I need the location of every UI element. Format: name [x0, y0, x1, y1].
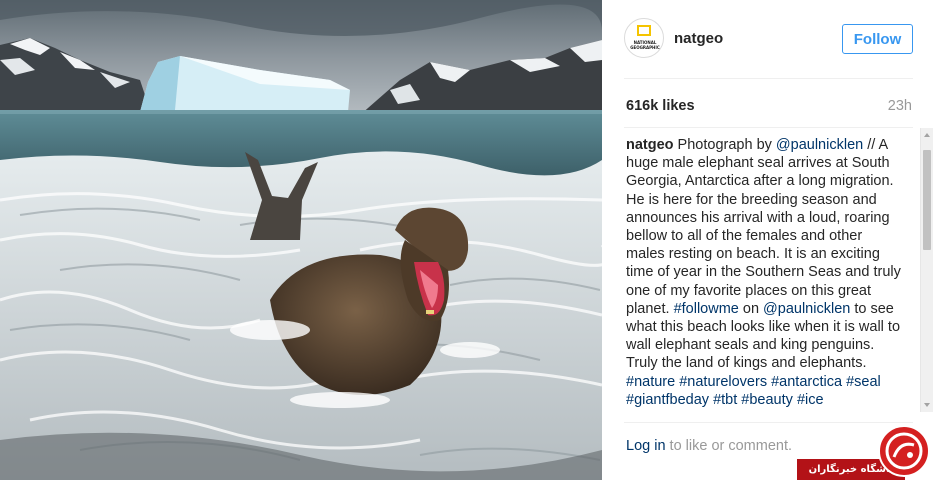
login-link[interactable]: Log in	[626, 438, 666, 454]
post-header: NATIONAL GEOGRAPHIC natgeo Follow	[624, 18, 914, 60]
caption-username[interactable]: natgeo	[626, 137, 674, 153]
hashtag-link[interactable]: #followme	[674, 301, 739, 317]
hashtag-link[interactable]: #ice	[797, 392, 824, 408]
hashtag-link[interactable]: #nature	[626, 374, 675, 390]
hashtag-link[interactable]: #giantfbeday	[626, 392, 709, 408]
hashtag-link[interactable]: #antarctica	[771, 374, 842, 390]
caption-text: Photograph by	[673, 137, 776, 153]
mention-link[interactable]: @paulnicklen	[763, 301, 850, 317]
avatar-logo-text: NATIONAL GEOGRAPHIC	[630, 40, 660, 50]
scroll-down-icon[interactable]	[924, 403, 930, 407]
login-prompt-text: to like or comment.	[665, 438, 793, 454]
scrollbar-thumb[interactable]	[923, 150, 931, 250]
post-time[interactable]: 23h	[888, 98, 912, 114]
divider	[624, 422, 913, 423]
caption: natgeo Photograph by @paulnicklen // A h…	[626, 136, 901, 412]
scroll-up-icon[interactable]	[924, 133, 930, 137]
login-prompt: Log in to like or comment.	[626, 438, 792, 454]
divider	[624, 78, 913, 79]
caption-text: on	[738, 300, 764, 317]
avatar[interactable]: NATIONAL GEOGRAPHIC	[624, 18, 664, 58]
natgeo-logo-icon	[637, 25, 651, 36]
post-photo[interactable]	[0, 0, 602, 480]
hashtag-link[interactable]: #tbt	[713, 392, 737, 408]
divider	[624, 127, 913, 128]
caption-scrollbar[interactable]	[920, 128, 933, 412]
watermark-logo-icon	[878, 425, 930, 477]
post-details-panel: NATIONAL GEOGRAPHIC natgeo Follow 616k l…	[602, 0, 933, 480]
likes-count[interactable]: 616k likes	[626, 98, 695, 114]
hashtag-link[interactable]: #seal	[846, 374, 881, 390]
hashtag-link[interactable]: #beauty	[741, 392, 793, 408]
hashtag-link[interactable]: #naturelovers	[679, 374, 767, 390]
mention-link[interactable]: @paulnicklen	[776, 137, 863, 153]
elephant-seal-photo-icon	[0, 0, 602, 480]
username[interactable]: natgeo	[674, 30, 723, 47]
caption-text: // A huge male elephant seal arrives at …	[626, 137, 901, 317]
follow-button[interactable]: Follow	[842, 24, 913, 54]
